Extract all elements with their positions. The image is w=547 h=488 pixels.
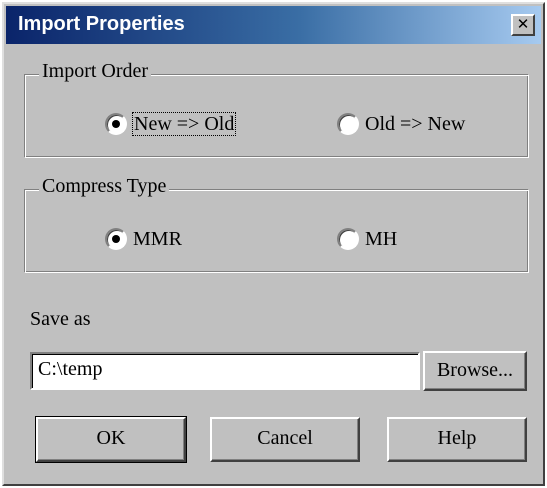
radio-new-to-old-label[interactable]: New => Old (131, 112, 237, 136)
close-button[interactable]: ✕ (511, 14, 535, 36)
compress-type-label: Compress Type (39, 175, 170, 198)
radio-mmr-control[interactable] (105, 228, 127, 250)
radio-mh-label[interactable]: MH (365, 226, 397, 252)
compress-type-group: Compress Type MMR MH (24, 175, 529, 273)
import-order-label: Import Order (39, 60, 152, 83)
save-path-input[interactable]: C:\temp (30, 352, 420, 390)
radio-selected-dot (112, 120, 120, 128)
radio-new-to-old-control[interactable] (105, 113, 127, 135)
ok-button[interactable]: OK (35, 416, 187, 463)
cancel-button[interactable]: Cancel (210, 417, 360, 462)
help-button[interactable]: Help (387, 417, 527, 462)
radio-old-to-new-control[interactable] (337, 113, 359, 135)
radio-mh-control[interactable] (337, 228, 359, 250)
radio-old-to-new-label[interactable]: Old => New (365, 111, 465, 137)
import-properties-dialog: Import Properties ✕ Import Order New => … (2, 2, 545, 486)
title-bar[interactable]: Import Properties ✕ (6, 6, 541, 44)
save-as-label: Save as (30, 308, 91, 330)
radio-mmr-label[interactable]: MMR (133, 226, 182, 252)
import-order-group: Import Order New => Old Old => New (24, 60, 529, 158)
radio-selected-dot (112, 235, 120, 243)
close-icon: ✕ (516, 16, 530, 33)
browse-button[interactable]: Browse... (423, 351, 527, 391)
dialog-title: Import Properties (18, 13, 185, 35)
